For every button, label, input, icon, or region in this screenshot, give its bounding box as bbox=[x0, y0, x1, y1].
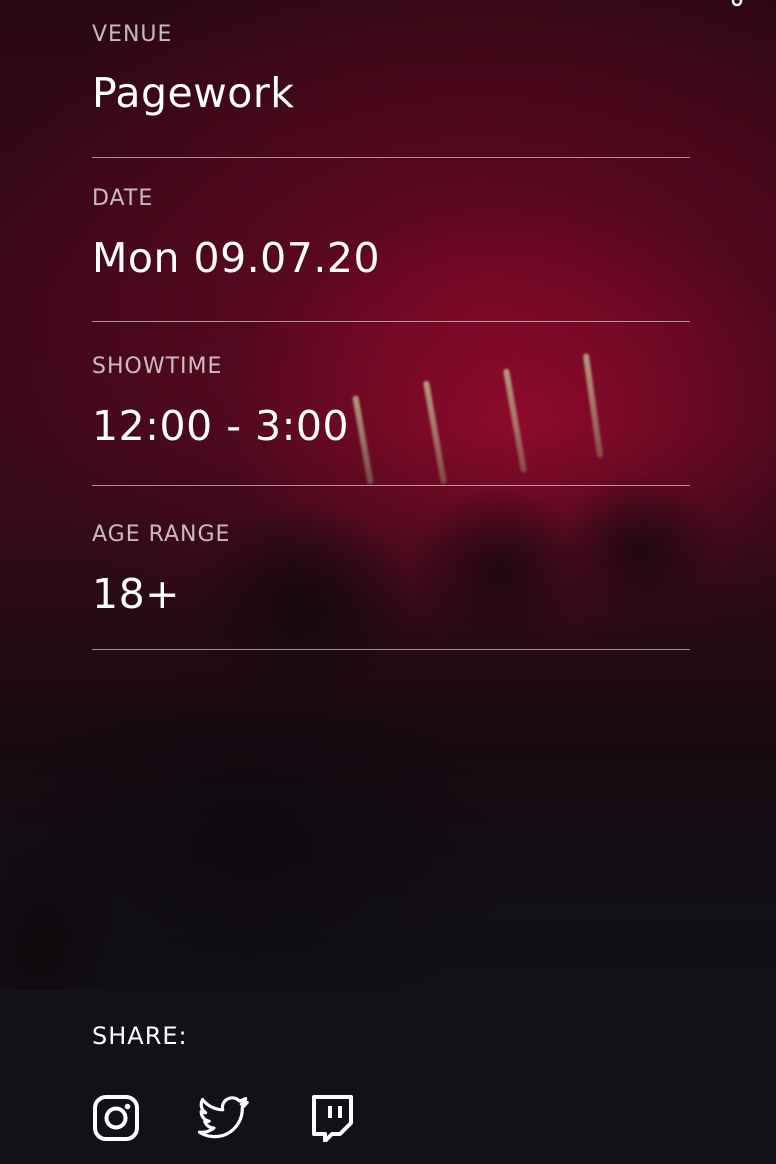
age-range-value: 18+ bbox=[92, 570, 181, 618]
showtime-section: SHOWTIME 12:00 - 3:00 bbox=[92, 322, 690, 486]
date-section: DATE Mon 09.07.20 bbox=[92, 158, 690, 322]
venue-section: VENUE Pagework bbox=[92, 0, 690, 158]
twitter-share-button[interactable] bbox=[196, 1094, 250, 1142]
share-section: SHARE: bbox=[92, 1022, 353, 1142]
share-label: SHARE: bbox=[92, 1022, 188, 1050]
twitter-icon bbox=[197, 1096, 249, 1139]
showtime-value: 12:00 - 3:00 bbox=[92, 402, 350, 450]
venue-label: VENUE bbox=[92, 22, 173, 47]
twitch-share-button[interactable] bbox=[310, 1094, 354, 1142]
close-icon[interactable] bbox=[728, 0, 746, 10]
showtime-label: SHOWTIME bbox=[92, 354, 223, 379]
date-label: DATE bbox=[92, 186, 154, 211]
twitch-icon bbox=[312, 1095, 353, 1142]
date-value: Mon 09.07.20 bbox=[92, 234, 381, 282]
age-range-label: AGE RANGE bbox=[92, 522, 231, 547]
age-range-section: AGE RANGE 18+ bbox=[92, 486, 690, 650]
event-details: VENUE Pagework DATE Mon 09.07.20 SHOWTIM… bbox=[92, 0, 690, 650]
venue-value: Pagework bbox=[92, 69, 295, 117]
instagram-share-button[interactable] bbox=[92, 1094, 140, 1142]
event-details-page: VENUE Pagework DATE Mon 09.07.20 SHOWTIM… bbox=[0, 0, 776, 1164]
instagram-icon bbox=[93, 1095, 139, 1141]
